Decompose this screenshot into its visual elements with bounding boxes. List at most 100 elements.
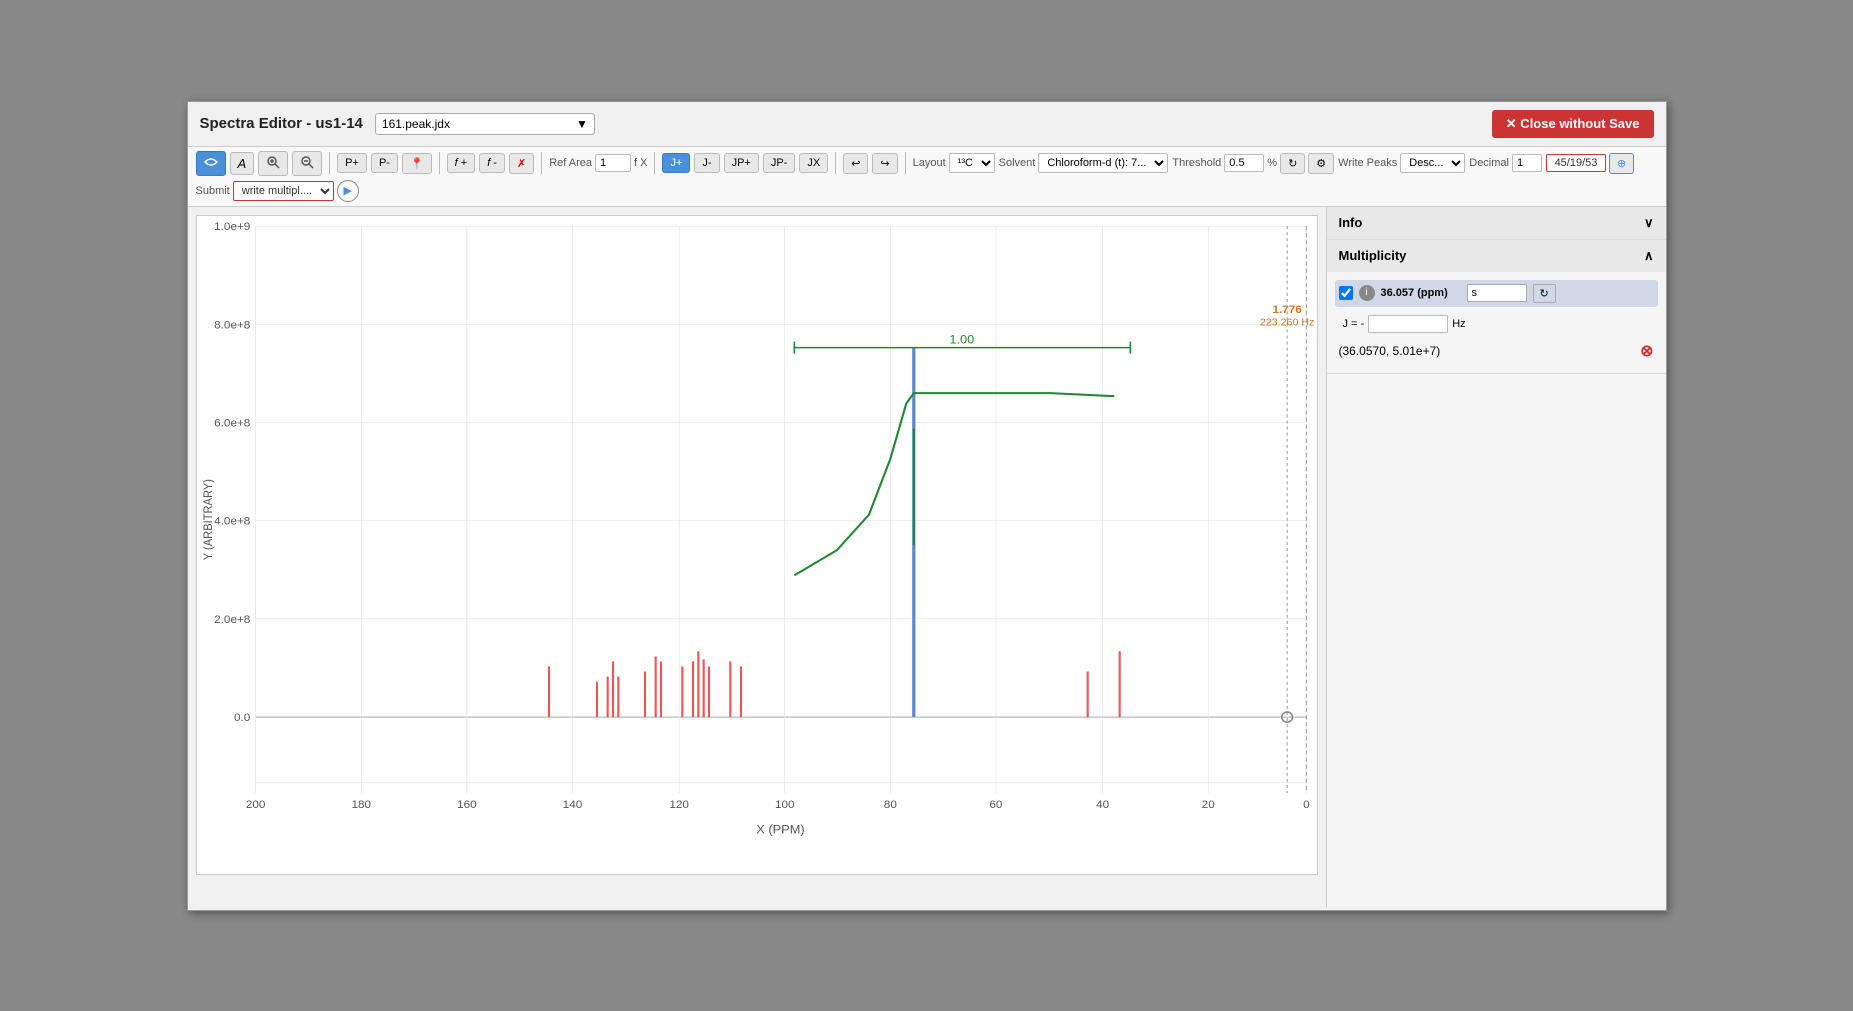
file-select-dropdown[interactable]: 161.peak.jdx ▼ [375,113,595,135]
coord-row: (36.0570, 5.01e+7) ⊗ [1335,337,1658,365]
svg-text:6.0e+8: 6.0e+8 [214,417,250,429]
write-peaks-label: Write Peaks [1338,157,1397,169]
svg-text:140: 140 [562,799,582,811]
threshold-unit: % [1267,157,1277,169]
threshold-label: Threshold [1172,157,1221,169]
svg-text:180: 180 [351,799,371,811]
title-bar: Spectra Editor - us1-14 161.peak.jdx ▼ ✕… [188,102,1666,147]
svg-text:160: 160 [457,799,477,811]
submit-select[interactable]: write multipl.... [233,181,334,201]
solvent-label: Solvent [999,157,1036,169]
svg-text:0.0: 0.0 [234,712,250,724]
coord-display: (36.0570, 5.01e+7) [1339,344,1441,358]
layout-group: Layout ¹³C [913,153,995,173]
sidebar: Info ∨ Multiplicity ∧ i 36.057 (ppm) [1326,207,1666,907]
multiplicity-content: i 36.057 (ppm) ↻ J = - Hz (36.0570, 5.01… [1327,272,1666,373]
main-area: 1.0e+9 8.0e+8 6.0e+8 4.0e+8 2.0e+8 0.0 Y… [188,207,1666,907]
window-title: Spectra Editor - us1-14 [200,115,363,132]
peak-pos-button[interactable]: P+ [337,153,367,173]
decimal-group: Decimal [1469,154,1542,172]
svg-text:2.0e+8: 2.0e+8 [214,614,250,626]
jp-minus-button[interactable]: JP- [763,153,796,173]
text-tool-button[interactable]: A [230,152,255,175]
j-unit: Hz [1452,318,1465,330]
decimal-input[interactable] [1512,154,1542,172]
toolbar: A P+ P- 📍 f + f - ✗ Ref Area f X J+ J- J… [188,147,1666,207]
submit-group: Submit write multipl.... ▶ [196,180,359,202]
zoom-fit-button[interactable] [196,151,226,176]
coord-delete-button[interactable]: ⊗ [1640,341,1653,361]
svg-text:100: 100 [774,799,794,811]
ref-area-group: Ref Area f X [549,154,647,172]
mult-refresh-button[interactable]: ↻ [1533,284,1556,303]
redo-button[interactable]: ↪ [872,153,897,174]
solvent-select[interactable]: Chloroform-d (t): 7... [1038,153,1168,173]
write-peaks-select[interactable]: Desc... [1400,153,1465,173]
threshold-group: Threshold % ↻ ⚙ [1172,153,1334,174]
solvent-group: Solvent Chloroform-d (t): 7... [999,153,1169,173]
svg-text:20: 20 [1201,799,1214,811]
pin-button[interactable]: 📍 [402,153,432,174]
close-without-save-button[interactable]: ✕ Close without Save [1492,110,1654,138]
layout-select[interactable]: ¹³C [949,153,995,173]
chart-area: 1.0e+9 8.0e+8 6.0e+8 4.0e+8 2.0e+8 0.0 Y… [188,207,1326,907]
counter-group: ⊕ [1546,153,1634,174]
mult-checkbox[interactable] [1339,286,1353,300]
info-section: Info ∨ [1327,207,1666,240]
svg-text:X (PPM): X (PPM) [756,822,804,836]
j-minus-button[interactable]: J- [694,153,719,173]
svg-text:1.0e+9: 1.0e+9 [214,221,250,233]
info-collapse-icon: ∨ [1644,215,1654,231]
undo-button[interactable]: ↩ [843,153,868,174]
f-minus-button[interactable]: f - [479,153,505,173]
svg-text:200: 200 [245,799,265,811]
threshold-settings-button[interactable]: ⚙ [1308,153,1334,174]
svg-text:120: 120 [669,799,689,811]
submit-label: Submit [196,185,230,197]
peak-neg-button[interactable]: P- [371,153,398,173]
zoom-out-button[interactable] [292,151,322,176]
chevron-down-icon: ▼ [576,117,588,131]
f-plus-button[interactable]: f + [447,153,476,173]
write-peaks-group: Write Peaks Desc... [1338,153,1465,173]
svg-text:0: 0 [1303,799,1310,811]
mult-ppm-value: 36.057 (ppm) [1381,287,1461,299]
svg-text:4.0e+8: 4.0e+8 [214,515,250,527]
chart-svg: 1.0e+9 8.0e+8 6.0e+8 4.0e+8 2.0e+8 0.0 Y… [197,216,1317,874]
title-bar-left: Spectra Editor - us1-14 161.peak.jdx ▼ [200,113,595,135]
threshold-refresh-button[interactable]: ↻ [1280,153,1305,174]
svg-text:Y (ARBITRARY): Y (ARBITRARY) [202,478,214,559]
j-label: J = - [1343,318,1365,330]
j-input[interactable] [1368,315,1448,333]
svg-text:60: 60 [989,799,1002,811]
multiplicity-entry-row: i 36.057 (ppm) ↻ [1335,280,1658,307]
file-select-value: 161.peak.jdx [382,117,450,131]
jp-plus-button[interactable]: JP+ [724,153,759,173]
fx-label: f X [634,157,647,169]
main-window: Spectra Editor - us1-14 161.peak.jdx ▼ ✕… [187,101,1667,911]
chart-container[interactable]: 1.0e+9 8.0e+8 6.0e+8 4.0e+8 2.0e+8 0.0 Y… [196,215,1318,875]
svg-text:8.0e+8: 8.0e+8 [214,319,250,331]
j-row: J = - Hz [1335,311,1658,337]
j-plus-button[interactable]: J+ [662,153,690,173]
counter-add-button[interactable]: ⊕ [1609,153,1634,174]
counter-input[interactable] [1546,154,1606,172]
delete-button[interactable]: ✗ [509,153,534,174]
submit-play-button[interactable]: ▶ [337,180,359,202]
info-header[interactable]: Info ∨ [1327,207,1666,239]
threshold-input[interactable] [1224,154,1264,172]
multiplicity-label: Multiplicity [1339,248,1407,263]
multiplicity-header[interactable]: Multiplicity ∧ [1327,240,1666,272]
ref-area-label: Ref Area [549,157,592,169]
ref-area-input[interactable] [595,154,631,172]
svg-text:1.00: 1.00 [949,332,974,346]
zoom-in-button[interactable] [258,151,288,176]
mult-info-icon[interactable]: i [1359,285,1375,301]
svg-text:80: 80 [883,799,896,811]
svg-text:40: 40 [1096,799,1109,811]
mult-type-input[interactable] [1467,284,1527,302]
multiplicity-section: Multiplicity ∧ i 36.057 (ppm) ↻ J = - [1327,240,1666,374]
info-label: Info [1339,215,1363,230]
jx-button[interactable]: JX [799,153,828,173]
layout-label: Layout [913,157,946,169]
